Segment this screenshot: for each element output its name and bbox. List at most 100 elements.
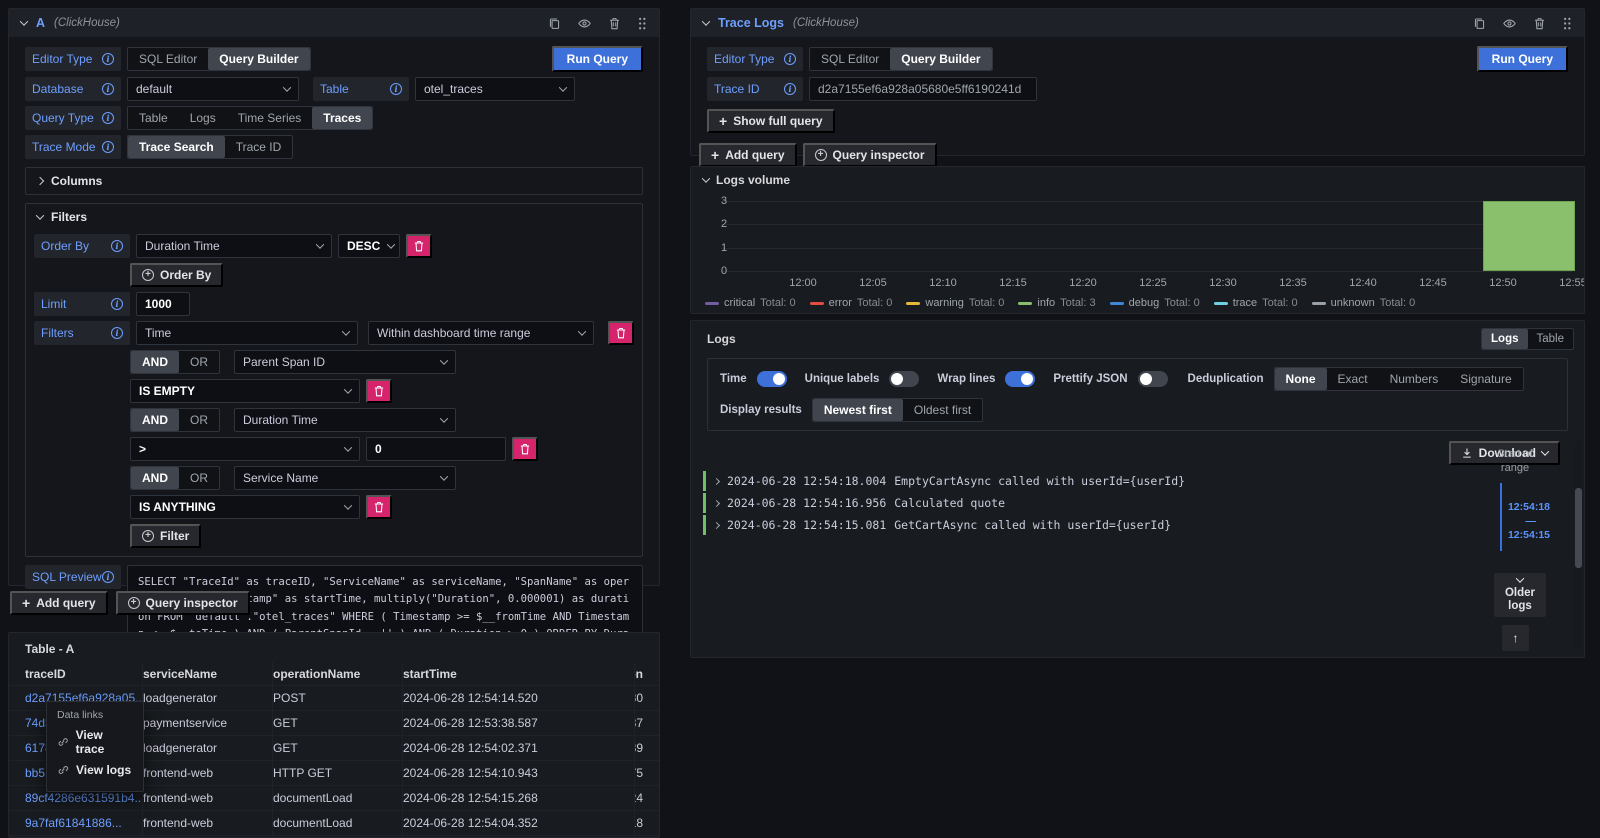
panel-title[interactable]: Table - A xyxy=(25,642,74,656)
legend-item[interactable]: warning Total: 0 xyxy=(906,297,1004,309)
drag-handle-icon[interactable] xyxy=(637,16,647,31)
info-icon[interactable] xyxy=(102,53,114,65)
query-row-header-trace-logs[interactable]: Trace Logs (ClickHouse) xyxy=(691,9,1584,37)
run-query-button[interactable]: Run Query xyxy=(1477,46,1568,72)
log-row[interactable]: 2024-06-28 12:54:15.081 GetCartAsync cal… xyxy=(703,515,1461,535)
log-row[interactable]: 2024-06-28 12:54:16.956 Calculated quote xyxy=(703,493,1461,513)
collapse-chevron-icon[interactable] xyxy=(702,17,710,25)
panel-title[interactable]: Logs xyxy=(707,332,736,346)
remove-filter-button[interactable] xyxy=(608,321,634,345)
editor-type-option[interactable]: SQL Editor xyxy=(128,48,208,70)
or-option[interactable]: OR xyxy=(179,467,219,489)
unique-labels-toggle[interactable] xyxy=(889,371,919,387)
expand-log-chevron-icon[interactable] xyxy=(713,477,720,484)
view-toggle-option[interactable]: Logs xyxy=(1482,329,1527,349)
or-option[interactable]: OR xyxy=(179,409,219,431)
trace-id-input[interactable]: d2a7155ef6a928a05680e5ff6190241d xyxy=(809,77,1037,101)
filter-operator-select[interactable]: IS EMPTY xyxy=(130,379,360,403)
trace-id-link[interactable]: 9a7faf61841886... xyxy=(25,816,122,830)
info-icon[interactable] xyxy=(784,83,796,95)
column-header[interactable]: serviceName xyxy=(143,662,273,685)
columns-section-header[interactable]: Columns xyxy=(26,168,642,194)
delete-query-icon[interactable] xyxy=(608,17,621,30)
info-icon[interactable] xyxy=(102,83,114,95)
remove-order-by-button[interactable] xyxy=(406,234,432,258)
query-row-header-a[interactable]: A (ClickHouse) xyxy=(9,9,659,37)
legend-item[interactable]: unknown Total: 0 xyxy=(1312,297,1416,309)
query-type-option[interactable]: Table xyxy=(128,107,179,129)
order-by-direction-select[interactable]: DESC xyxy=(338,234,400,258)
chevron-down-icon[interactable] xyxy=(702,174,710,182)
view-trace-link[interactable]: View trace xyxy=(57,728,133,756)
expand-log-chevron-icon[interactable] xyxy=(713,521,720,528)
add-filter-button[interactable]: Filter xyxy=(130,524,201,548)
order-by-field-select[interactable]: Duration Time xyxy=(136,234,332,258)
logs-scrollbar-handle[interactable] xyxy=(1575,488,1582,568)
limit-input[interactable]: 1000 xyxy=(136,292,190,316)
filters-section-header[interactable]: Filters xyxy=(26,204,642,230)
info-icon[interactable] xyxy=(102,112,114,124)
info-icon[interactable] xyxy=(111,240,123,252)
column-header[interactable]: traceID xyxy=(25,662,143,685)
legend-item[interactable]: debug Total: 0 xyxy=(1110,297,1200,309)
view-logs-link[interactable]: View logs xyxy=(57,763,133,777)
drag-handle-icon[interactable] xyxy=(1562,16,1572,31)
filter-time-range-select[interactable]: Within dashboard time range xyxy=(368,321,594,345)
info-icon[interactable] xyxy=(784,53,796,65)
filter-operator-select[interactable]: IS ANYTHING xyxy=(130,495,360,519)
panel-title[interactable]: Logs volume xyxy=(716,173,790,187)
duplicate-icon[interactable] xyxy=(548,17,561,30)
dedup-option[interactable]: Exact xyxy=(1327,368,1379,390)
column-header[interactable]: duration xyxy=(635,662,643,685)
show-full-query-button[interactable]: Show full query xyxy=(707,109,835,133)
filter-field-select[interactable]: Service Name xyxy=(234,466,456,490)
filter-value-input[interactable]: 0 xyxy=(366,437,506,461)
legend-item[interactable]: info Total: 3 xyxy=(1018,297,1095,309)
column-header[interactable]: startTime xyxy=(403,662,635,685)
delete-query-icon[interactable] xyxy=(1533,17,1546,30)
view-toggle-option[interactable]: Table xyxy=(1528,329,1574,349)
hide-response-icon[interactable] xyxy=(577,17,592,30)
time-toggle[interactable] xyxy=(757,371,787,387)
run-query-button[interactable]: Run Query xyxy=(552,46,643,72)
info-icon[interactable] xyxy=(102,141,114,153)
query-type-option[interactable]: Traces xyxy=(312,107,372,129)
and-option[interactable]: AND xyxy=(131,409,179,431)
filter-operator-select[interactable]: > xyxy=(130,437,360,461)
older-logs-button[interactable]: Older logs xyxy=(1494,573,1546,617)
or-option[interactable]: OR xyxy=(179,351,219,373)
query-type-option[interactable]: Time Series xyxy=(227,107,313,129)
display-results-option[interactable]: Newest first xyxy=(813,399,903,421)
log-range-scrollbar[interactable]: 12:54:18 — 12:54:15 xyxy=(1500,483,1550,551)
duplicate-icon[interactable] xyxy=(1473,17,1486,30)
filter-field-select-time[interactable]: Time xyxy=(136,321,358,345)
dedup-option[interactable]: None xyxy=(1275,368,1327,390)
trace-mode-option[interactable]: Trace ID xyxy=(225,136,293,158)
and-option[interactable]: AND xyxy=(131,351,179,373)
scroll-to-top-button[interactable]: ↑ xyxy=(1502,625,1529,651)
info-icon[interactable] xyxy=(102,571,114,583)
logs-scrollbar-track[interactable] xyxy=(1575,441,1582,649)
remove-filter-button[interactable] xyxy=(512,437,538,461)
remove-filter-button[interactable] xyxy=(366,379,392,403)
filter-field-select[interactable]: Duration Time xyxy=(234,408,456,432)
query-type-option[interactable]: Logs xyxy=(179,107,227,129)
database-select[interactable]: default xyxy=(127,77,299,101)
editor-type-option[interactable]: SQL Editor xyxy=(810,48,890,70)
hide-response-icon[interactable] xyxy=(1502,17,1517,30)
column-header[interactable]: operationName xyxy=(273,662,403,685)
info-icon[interactable] xyxy=(111,327,123,339)
display-results-option[interactable]: Oldest first xyxy=(903,399,982,421)
dedup-option[interactable]: Numbers xyxy=(1379,368,1450,390)
collapse-chevron-icon[interactable] xyxy=(20,17,28,25)
and-option[interactable]: AND xyxy=(131,467,179,489)
info-icon[interactable] xyxy=(111,298,123,310)
dedup-option[interactable]: Signature xyxy=(1449,368,1522,390)
log-row[interactable]: 2024-06-28 12:54:18.004 EmptyCartAsync c… xyxy=(703,471,1461,491)
trace-id-link[interactable]: 89cf4286e631591b4... xyxy=(25,791,143,805)
wrap-lines-toggle[interactable] xyxy=(1005,371,1035,387)
query-inspector-button[interactable]: Query inspector xyxy=(116,591,250,615)
add-query-button[interactable]: Add query xyxy=(10,591,108,615)
logs-volume-bar[interactable] xyxy=(1483,201,1575,271)
trace-mode-option[interactable]: Trace Search xyxy=(128,136,225,158)
